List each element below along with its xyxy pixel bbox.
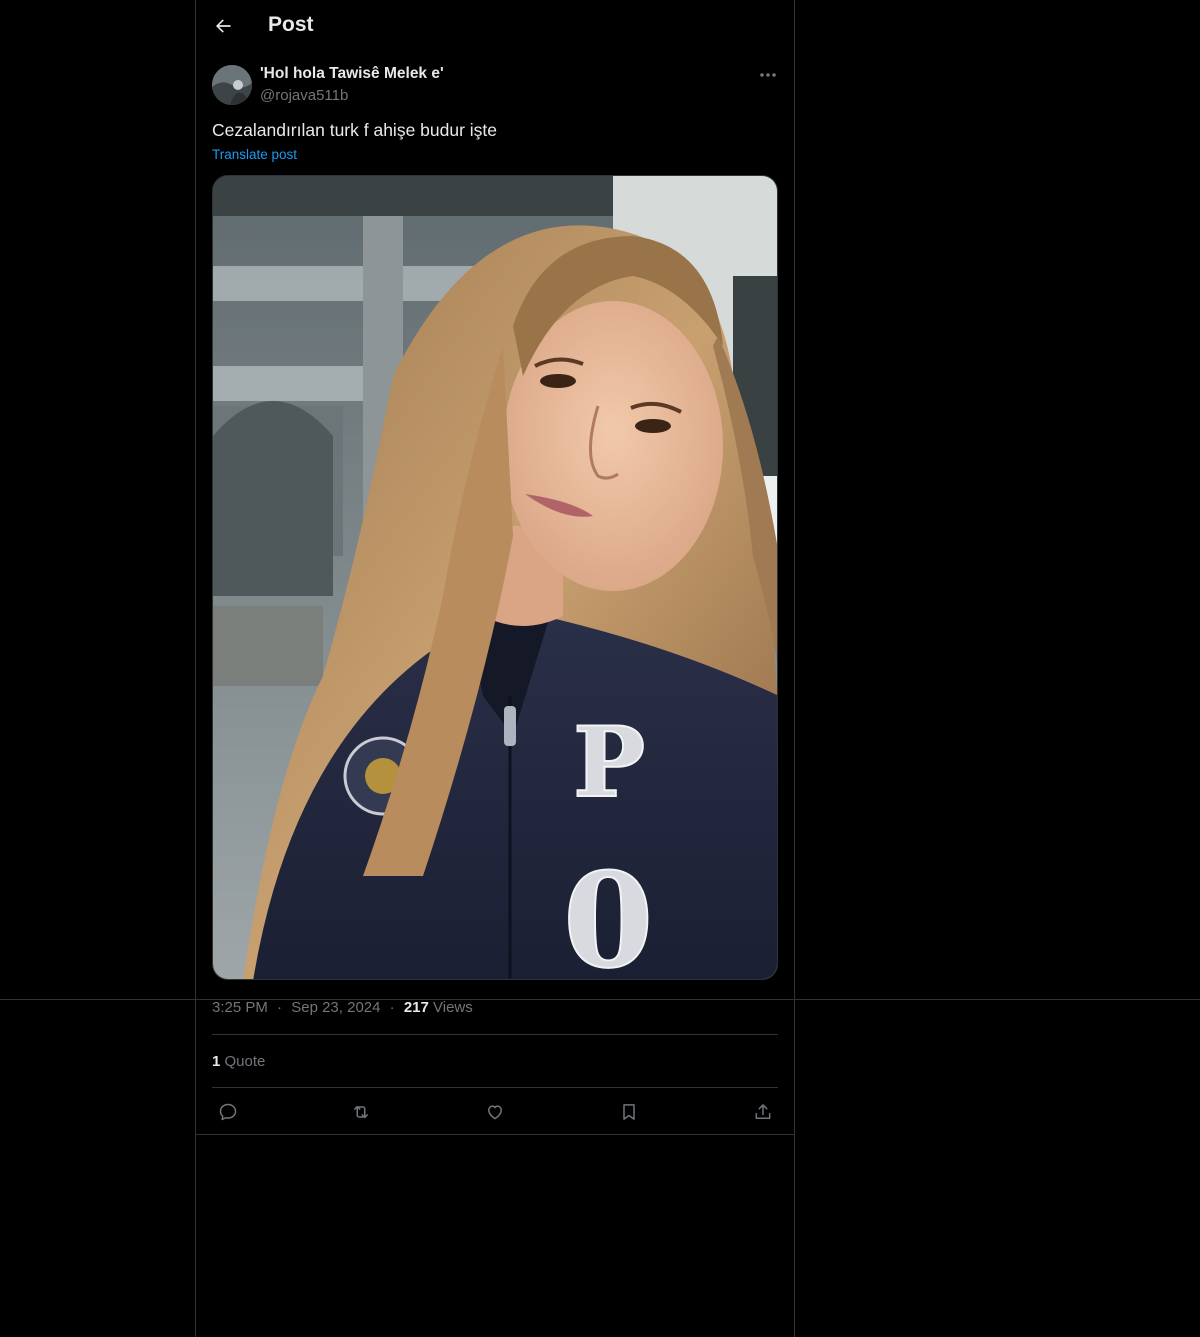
like-button[interactable] — [479, 1096, 511, 1128]
post-meta: 3:25 PM · Sep 23, 2024 · 217 Views — [212, 999, 473, 1016]
bookmark-icon — [623, 1104, 635, 1120]
page-title: Post — [268, 13, 314, 36]
like-icon — [488, 1105, 502, 1120]
views-label: Views — [433, 999, 473, 1016]
more-options-button[interactable] — [754, 63, 782, 87]
quote-count: 1 — [212, 1053, 221, 1070]
reply-icon — [219, 1103, 237, 1121]
post-text: Cezalandırılan turk f ahişe budur işte — [212, 120, 498, 140]
bookmark-button[interactable] — [613, 1096, 645, 1128]
svg-text:P: P — [573, 706, 645, 819]
author-display-name[interactable]: 'Hol hola Tawisê Melek e' — [260, 65, 444, 83]
repost-icon — [354, 1105, 368, 1119]
reply-button[interactable] — [212, 1096, 244, 1128]
meta-separator: · — [389, 999, 395, 1016]
post-bottom-border — [196, 1134, 794, 1135]
post-date[interactable]: Sep 23, 2024 — [291, 999, 380, 1016]
translate-post-link[interactable]: Translate post — [212, 147, 297, 162]
back-button[interactable] — [206, 9, 240, 43]
main-column: Post 'Hol hola Tawisê Melek e' @rojava51… — [195, 0, 795, 1337]
post-photo[interactable]: P 0 — [212, 175, 778, 980]
meta-separator: · — [277, 999, 283, 1016]
top-bar: Post — [196, 0, 794, 53]
more-horizontal-icon — [760, 73, 776, 77]
arrow-left-icon — [216, 19, 231, 33]
quotes-stat[interactable]: 1 Quote — [212, 1053, 265, 1070]
views-count: 217 — [403, 999, 429, 1016]
share-icon — [755, 1104, 771, 1119]
action-bar — [212, 1096, 778, 1128]
avatar[interactable] — [212, 65, 252, 105]
svg-text:0: 0 — [563, 844, 653, 980]
post-time[interactable]: 3:25 PM — [212, 999, 268, 1016]
author-handle[interactable]: @rojava511b — [260, 87, 348, 104]
stats-divider-bottom — [212, 1087, 778, 1088]
repost-button[interactable] — [345, 1096, 377, 1128]
share-button[interactable] — [747, 1096, 779, 1128]
photo-image: P 0 — [213, 176, 777, 980]
stats-divider-top — [212, 1034, 778, 1035]
quote-label: Quote — [224, 1053, 266, 1070]
